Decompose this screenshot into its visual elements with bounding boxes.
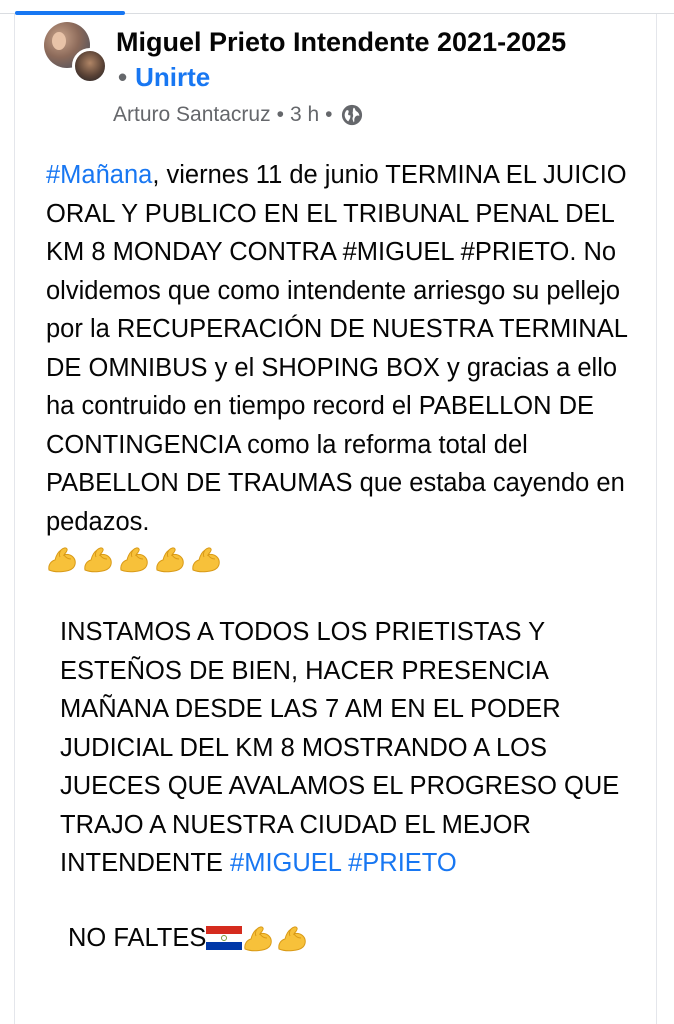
flexed-biceps-icon	[120, 547, 148, 573]
hashtag-manana[interactable]: #Mañana	[46, 161, 152, 189]
author-name-link[interactable]: Arturo Santacruz	[113, 103, 271, 127]
post-meta: Arturo Santacruz • 3 h •	[113, 103, 363, 127]
author-avatar[interactable]	[72, 48, 108, 84]
flexed-biceps-icon	[48, 547, 76, 573]
paraguay-flag-icon	[206, 925, 243, 950]
paragraph-3-text: NO FALTES	[68, 923, 207, 952]
flexed-biceps-icon	[244, 926, 273, 951]
group-name-link[interactable]: Miguel Prieto Intendente 2021-2025	[116, 27, 566, 58]
flexed-biceps-icon	[278, 926, 307, 951]
paragraph-1-text: , viernes 11 de junio TERMINA EL JUICIO …	[46, 161, 627, 536]
meta-separator: •	[325, 103, 333, 126]
paragraph-2-text: INSTAMOS A TODOS LOS PRIETISTAS Y ESTEÑO…	[60, 618, 620, 877]
card-right-border	[656, 14, 657, 1024]
flexed-biceps-row	[46, 541, 646, 577]
post-body: #Mañana, viernes 11 de junio TERMINA EL …	[46, 156, 646, 957]
flexed-biceps-icon	[192, 547, 220, 573]
post-paragraph-1: #Mañana, viernes 11 de junio TERMINA EL …	[46, 156, 646, 541]
active-tab-indicator	[15, 11, 125, 15]
globe-icon	[341, 104, 362, 126]
join-separator: •	[118, 62, 128, 92]
join-group-button[interactable]: Unirte	[135, 62, 210, 92]
post-timestamp[interactable]: 3 h	[290, 103, 319, 127]
post-paragraph-3: NO FALTES	[46, 919, 646, 958]
join-row: • Unirte	[118, 62, 210, 93]
post-screen: Miguel Prieto Intendente 2021-2025 • Unir…	[0, 0, 674, 1024]
meta-separator: •	[276, 103, 284, 126]
flexed-biceps-icon	[156, 547, 184, 573]
post-avatars[interactable]	[44, 22, 108, 84]
hashtag-miguel-prieto[interactable]: #MIGUEL #PRIETO	[230, 849, 457, 877]
post-paragraph-2: INSTAMOS A TODOS LOS PRIETISTAS Y ESTEÑO…	[46, 613, 646, 883]
flexed-biceps-icon	[84, 547, 112, 573]
card-left-border	[14, 14, 15, 1024]
